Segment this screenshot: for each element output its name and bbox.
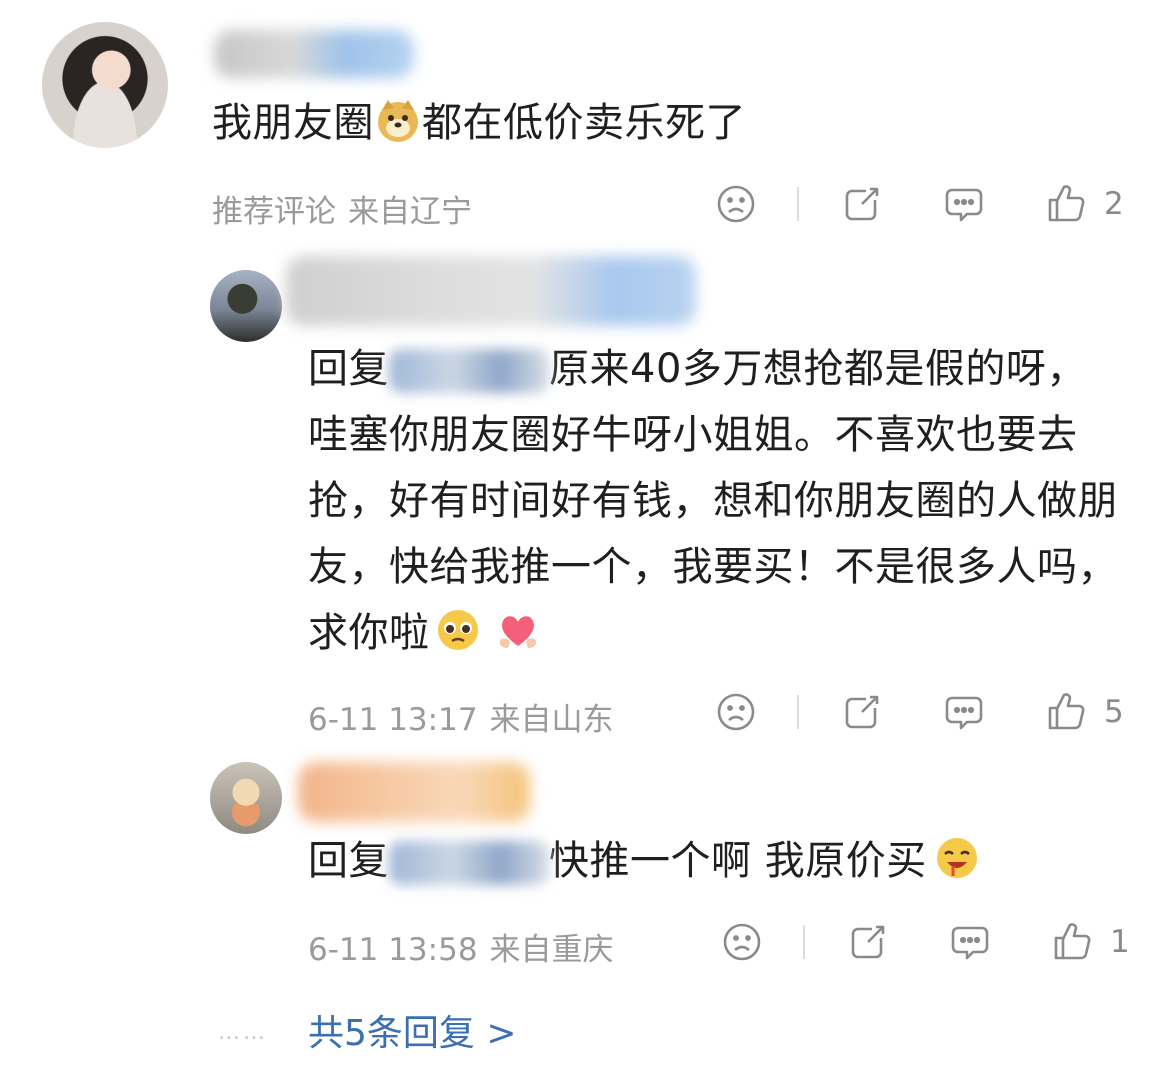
view-more-replies-link[interactable]: 共5条回复 > xyxy=(308,1004,517,1056)
comment-meta: 推荐评论 来自辽宁 xyxy=(212,186,484,231)
divider xyxy=(797,187,799,221)
share-icon[interactable] xyxy=(840,182,884,226)
reply-prefix: 回复 xyxy=(308,346,389,392)
comment-icon[interactable] xyxy=(948,920,992,964)
mention-redacted[interactable] xyxy=(389,841,549,885)
reply-text: 回复 快推一个啊 我原价买 xyxy=(308,828,981,894)
comment-text: 我朋友圈 都在低价卖乐死了 xyxy=(212,90,746,156)
pleading-face-emoji-icon xyxy=(434,606,482,654)
sad-face-icon[interactable] xyxy=(720,920,764,964)
avatar[interactable] xyxy=(210,762,282,834)
reply-text: 回复 原来40多万想抢都是假的呀，哇塞你朋友圈好牛呀小姐姐。不喜欢也要去抢，好有时… xyxy=(308,346,1118,656)
drooling-face-emoji-icon xyxy=(933,834,981,882)
location: 来自辽宁 xyxy=(348,194,472,230)
comment-icon[interactable] xyxy=(942,690,986,734)
doge-emoji-icon xyxy=(374,96,422,144)
avatar[interactable] xyxy=(42,22,168,148)
comment-icon[interactable] xyxy=(942,182,986,226)
location: 来自重庆 xyxy=(489,932,614,968)
recommend-tag: 推荐评论 xyxy=(212,194,336,230)
timestamp: 6-11 13:17 xyxy=(308,702,478,738)
avatar[interactable] xyxy=(210,270,282,342)
reply-meta: 6-11 13:58 来自重庆 xyxy=(308,924,626,969)
sad-face-icon[interactable] xyxy=(714,182,758,226)
reply-meta: 6-11 13:17 来自山东 xyxy=(308,694,626,739)
like-count: 5 xyxy=(1104,694,1124,730)
mention-redacted[interactable] xyxy=(389,349,549,393)
username-redacted[interactable] xyxy=(286,256,696,326)
share-icon[interactable] xyxy=(846,920,890,964)
like-count: 2 xyxy=(1104,186,1124,222)
thumbs-up-icon[interactable] xyxy=(1044,182,1088,226)
share-icon[interactable] xyxy=(840,690,884,734)
reply-prefix: 回复 xyxy=(308,838,389,884)
username-redacted[interactable] xyxy=(298,762,530,822)
divider xyxy=(803,925,805,959)
heart-hands-emoji-icon xyxy=(494,606,542,654)
thumbs-up-icon[interactable] xyxy=(1044,690,1088,734)
thumbs-up-icon[interactable] xyxy=(1050,920,1094,964)
username-redacted[interactable] xyxy=(214,30,414,78)
divider xyxy=(797,695,799,729)
timestamp: 6-11 13:58 xyxy=(308,932,478,968)
sad-face-icon[interactable] xyxy=(714,690,758,734)
location: 来自山东 xyxy=(489,702,614,738)
more-dots: …… xyxy=(218,1020,268,1045)
like-count: 1 xyxy=(1110,924,1130,960)
